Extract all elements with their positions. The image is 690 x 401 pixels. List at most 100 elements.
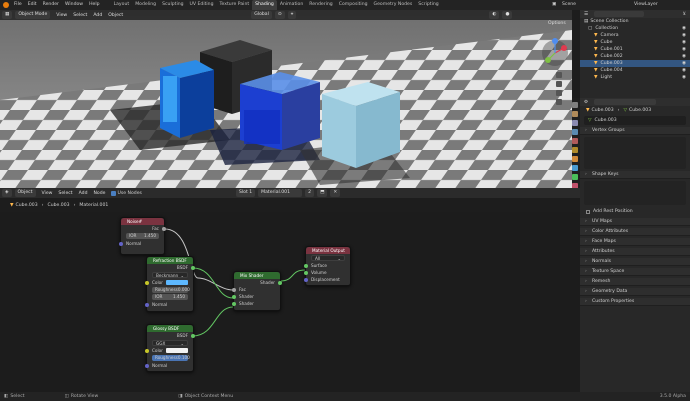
vertex-groups-list[interactable] bbox=[584, 137, 686, 169]
section-shape-keys[interactable]: Shape Keys bbox=[580, 171, 690, 179]
outliner-item[interactable]: ▼ Cube ◉ bbox=[580, 39, 690, 46]
tab-rendering[interactable]: Rendering bbox=[306, 0, 335, 10]
mode-select[interactable]: Object Mode bbox=[15, 11, 51, 19]
pan-icon[interactable] bbox=[556, 81, 562, 87]
material-select[interactable]: Material.001 bbox=[258, 189, 303, 197]
outliner-item[interactable]: ▼ Light ◉ bbox=[580, 74, 690, 81]
outliner-item[interactable]: ▢ Collection ◉ bbox=[580, 25, 690, 32]
scene-name[interactable]: Scene bbox=[562, 0, 576, 10]
socket[interactable] bbox=[191, 333, 195, 338]
shading-icon[interactable]: ● bbox=[502, 11, 513, 19]
world-tab-icon[interactable] bbox=[572, 147, 578, 153]
output-tab-icon[interactable] bbox=[572, 120, 578, 126]
menu-edit[interactable]: Edit bbox=[25, 0, 40, 10]
visibility-eye-icon[interactable]: ◉ bbox=[682, 25, 686, 32]
section-texture-space[interactable]: Texture Space bbox=[580, 268, 690, 276]
render-tab-icon[interactable] bbox=[572, 111, 578, 117]
section-remesh[interactable]: Remesh bbox=[580, 278, 690, 286]
view-overlay-icon[interactable]: ◐ bbox=[489, 11, 500, 19]
unlink-icon[interactable]: ✕ bbox=[330, 189, 341, 197]
outliner-item[interactable]: ▼ Camera ◉ bbox=[580, 32, 690, 39]
outliner-item[interactable]: ▼ Cube.003 ◉ bbox=[580, 60, 690, 67]
tab-uv-editing[interactable]: UV Editing bbox=[187, 0, 217, 10]
menu-view[interactable]: View bbox=[53, 13, 70, 18]
scene-tab-icon[interactable] bbox=[572, 138, 578, 144]
3d-viewport[interactable]: ▦ Object Mode View Select Add Object Glo… bbox=[0, 10, 572, 188]
glossy-distribution-select[interactable]: GGX ⌄ bbox=[152, 340, 188, 346]
color-swatch[interactable] bbox=[166, 280, 188, 285]
socket[interactable] bbox=[145, 348, 149, 353]
socket[interactable] bbox=[304, 270, 308, 275]
outliner-type-icon[interactable]: ☰ bbox=[584, 12, 588, 17]
tab-texture-paint[interactable]: Texture Paint bbox=[217, 0, 253, 10]
slot-select[interactable]: Slot 1 bbox=[235, 189, 256, 197]
socket[interactable] bbox=[119, 241, 123, 246]
node-canvas[interactable]: Noise# Fac IOR 1.450 Normal Refraction BS… bbox=[0, 212, 580, 392]
tab-animation[interactable]: Animation bbox=[277, 0, 306, 10]
node-menu-add[interactable]: Add bbox=[76, 191, 91, 196]
tab-shading[interactable]: Shading bbox=[252, 0, 277, 10]
glossy-roughness-field[interactable]: Roughness 0.100 bbox=[152, 355, 190, 361]
use-nodes-checkbox[interactable] bbox=[110, 190, 116, 196]
section-normals[interactable]: Normals bbox=[580, 258, 690, 266]
checkbox-icon[interactable] bbox=[586, 209, 590, 214]
socket[interactable] bbox=[232, 287, 236, 292]
tab-geometry-nodes[interactable]: Geometry Nodes bbox=[371, 0, 416, 10]
camera-view-icon[interactable] bbox=[556, 90, 562, 96]
socket[interactable] bbox=[145, 280, 149, 285]
tab-layout[interactable]: Layout bbox=[111, 0, 133, 10]
scene-icon[interactable]: ▣ bbox=[552, 0, 556, 10]
shape-keys-list[interactable] bbox=[584, 181, 686, 205]
section-custom-properties[interactable]: Custom Properties bbox=[580, 298, 690, 306]
socket[interactable] bbox=[232, 301, 236, 306]
glossy-node-title[interactable]: Glossy BSDF bbox=[147, 325, 193, 332]
object-tab-icon[interactable] bbox=[572, 156, 578, 162]
noise-node[interactable]: Noise# Fac IOR 1.450 Normal bbox=[119, 217, 166, 255]
visibility-eye-icon[interactable]: ◉ bbox=[682, 39, 686, 46]
visibility-eye-icon[interactable]: ◉ bbox=[682, 53, 686, 60]
socket[interactable] bbox=[304, 277, 308, 282]
tab-scripting[interactable]: Scripting bbox=[415, 0, 441, 10]
refraction-distribution-select[interactable]: Beckmann ⌄ bbox=[152, 272, 188, 278]
outliner-item[interactable]: ▼ Cube.001 ◉ bbox=[580, 46, 690, 53]
section-color-attributes[interactable]: Color Attributes bbox=[580, 228, 690, 236]
node-menu-node[interactable]: Node bbox=[91, 191, 109, 196]
socket[interactable] bbox=[145, 302, 149, 307]
crumb-object[interactable]: Cube.003 bbox=[16, 203, 38, 208]
mix-node-title[interactable]: Mix Shader bbox=[234, 272, 280, 279]
outliner-scene-collection[interactable]: ▤ Scene Collection bbox=[580, 18, 690, 25]
user-count[interactable]: 2 bbox=[305, 189, 315, 197]
outliner-item[interactable]: ▼ Cube.002 ◉ bbox=[580, 53, 690, 60]
menu-help[interactable]: Help bbox=[86, 0, 102, 10]
section-uv-maps[interactable]: UV Maps bbox=[580, 218, 690, 226]
data-tab-icon[interactable] bbox=[572, 174, 578, 180]
outliner-search-input[interactable] bbox=[594, 11, 645, 17]
properties-type-icon[interactable]: ⚙ bbox=[584, 100, 588, 105]
visibility-eye-icon[interactable]: ◉ bbox=[682, 74, 686, 81]
visibility-eye-icon[interactable]: ◉ bbox=[682, 32, 686, 39]
glossy-bsdf-node[interactable]: Glossy BSDF BSDF GGX ⌄ Color Roughness 0.1… bbox=[145, 324, 195, 372]
shader-type-select[interactable]: Object bbox=[14, 189, 36, 197]
tab-sculpting[interactable]: Sculpting bbox=[159, 0, 186, 10]
mesh-data-select[interactable]: ▽ Cube.003 bbox=[584, 116, 686, 125]
socket[interactable] bbox=[304, 263, 308, 268]
menu-render[interactable]: Render bbox=[40, 0, 62, 10]
node-menu-view[interactable]: View bbox=[39, 191, 56, 196]
refraction-bsdf-node[interactable]: Refraction BSDF BSDF Beckmann ⌄ Color Rou… bbox=[145, 256, 195, 312]
options-button[interactable]: Options bbox=[548, 21, 566, 26]
editor-type-icon[interactable]: ▦ bbox=[2, 11, 13, 19]
visibility-eye-icon[interactable]: ◉ bbox=[682, 60, 686, 67]
crumb-mesh[interactable]: Cube.003 bbox=[47, 203, 69, 208]
socket[interactable] bbox=[162, 226, 166, 231]
tab-compositing[interactable]: Compositing bbox=[336, 0, 371, 10]
outliner-item[interactable]: ▼ Cube.004 ◉ bbox=[580, 67, 690, 74]
menu-select[interactable]: Select bbox=[70, 13, 90, 18]
menu-add[interactable]: Add bbox=[90, 13, 105, 18]
menu-window[interactable]: Window bbox=[62, 0, 86, 10]
color-swatch[interactable] bbox=[166, 348, 188, 353]
mix-shader-node[interactable]: Mix Shader Shader Fac Shader Shader bbox=[232, 271, 282, 311]
tab-modeling[interactable]: Modeling bbox=[132, 0, 159, 10]
zoom-icon[interactable] bbox=[556, 72, 562, 78]
fake-user-icon[interactable]: ⬒ bbox=[317, 189, 328, 197]
view-layer-tab-icon[interactable] bbox=[572, 129, 578, 135]
